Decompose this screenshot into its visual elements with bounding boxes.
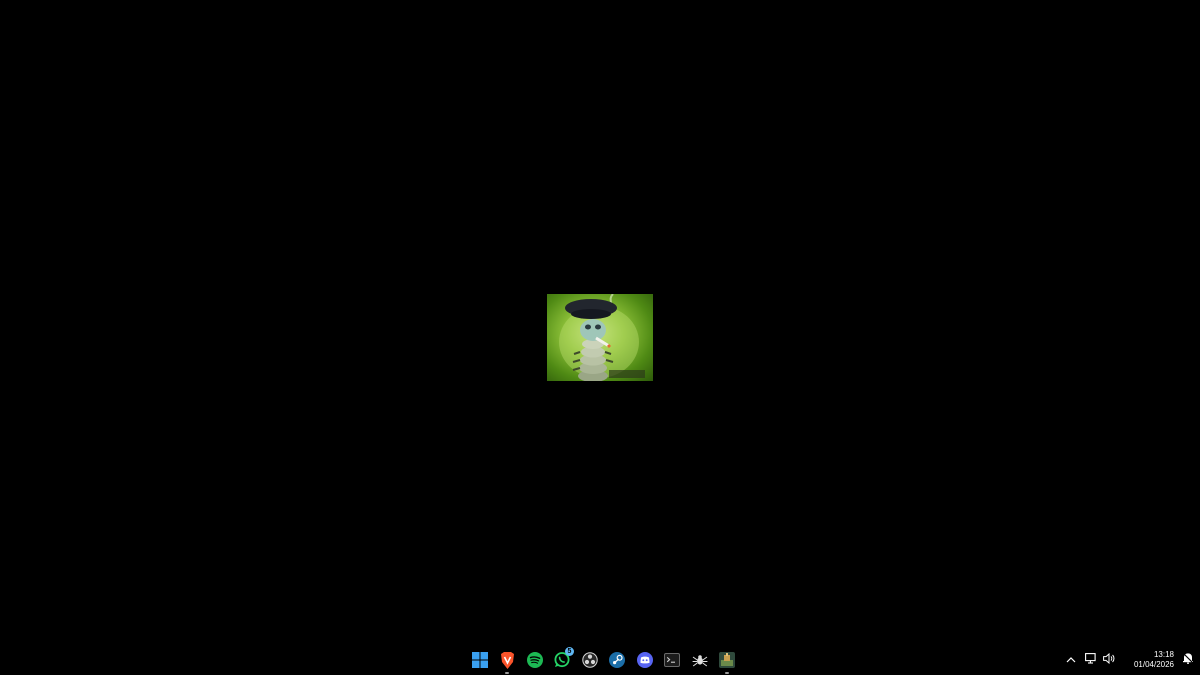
windows-start-icon bbox=[471, 652, 488, 668]
spotify-icon bbox=[526, 652, 543, 668]
clock[interactable]: 13:18 01/04/2026 bbox=[1124, 647, 1176, 673]
clock-time: 13:18 bbox=[1153, 650, 1174, 659]
steam-icon bbox=[609, 652, 626, 668]
game-icon bbox=[719, 652, 736, 668]
chevron-up-icon bbox=[1066, 651, 1076, 669]
brave-browser-icon bbox=[500, 651, 515, 669]
system-tray: 13:18 01/04/2026 bbox=[1060, 645, 1200, 675]
whatsapp-badge: 5 bbox=[565, 647, 574, 656]
taskbar-spider[interactable] bbox=[686, 649, 714, 671]
taskbar-whatsapp[interactable]: 5 bbox=[549, 647, 577, 671]
wallpaper-image bbox=[547, 294, 653, 381]
taskbar: 5 13:18 01/04/2026 bbox=[0, 645, 1200, 675]
start-button[interactable] bbox=[466, 649, 494, 671]
taskbar-steam[interactable] bbox=[604, 649, 632, 671]
taskbar-obs[interactable] bbox=[576, 649, 604, 671]
volume-icon bbox=[1103, 651, 1115, 669]
taskbar-discord[interactable] bbox=[631, 649, 659, 671]
taskbar-spotify[interactable] bbox=[521, 649, 549, 671]
taskbar-brave[interactable] bbox=[494, 649, 522, 674]
desktop[interactable] bbox=[0, 0, 1200, 645]
notification-bell-icon bbox=[1182, 651, 1194, 669]
taskbar-apps: 5 bbox=[466, 647, 742, 674]
taskbar-game[interactable] bbox=[714, 649, 742, 674]
obs-icon bbox=[582, 652, 598, 668]
terminal-icon bbox=[664, 653, 681, 667]
show-hidden-icons-button[interactable] bbox=[1060, 649, 1082, 671]
taskbar-terminal[interactable] bbox=[659, 649, 687, 671]
network-button[interactable] bbox=[1082, 649, 1100, 671]
discord-icon bbox=[636, 652, 653, 668]
running-indicator bbox=[505, 672, 510, 674]
network-icon bbox=[1085, 651, 1097, 669]
clock-date: 01/04/2026 bbox=[1133, 660, 1174, 669]
spider-icon bbox=[692, 652, 708, 668]
volume-button[interactable] bbox=[1100, 649, 1118, 671]
running-indicator bbox=[725, 672, 730, 674]
notifications-button[interactable] bbox=[1176, 649, 1200, 671]
